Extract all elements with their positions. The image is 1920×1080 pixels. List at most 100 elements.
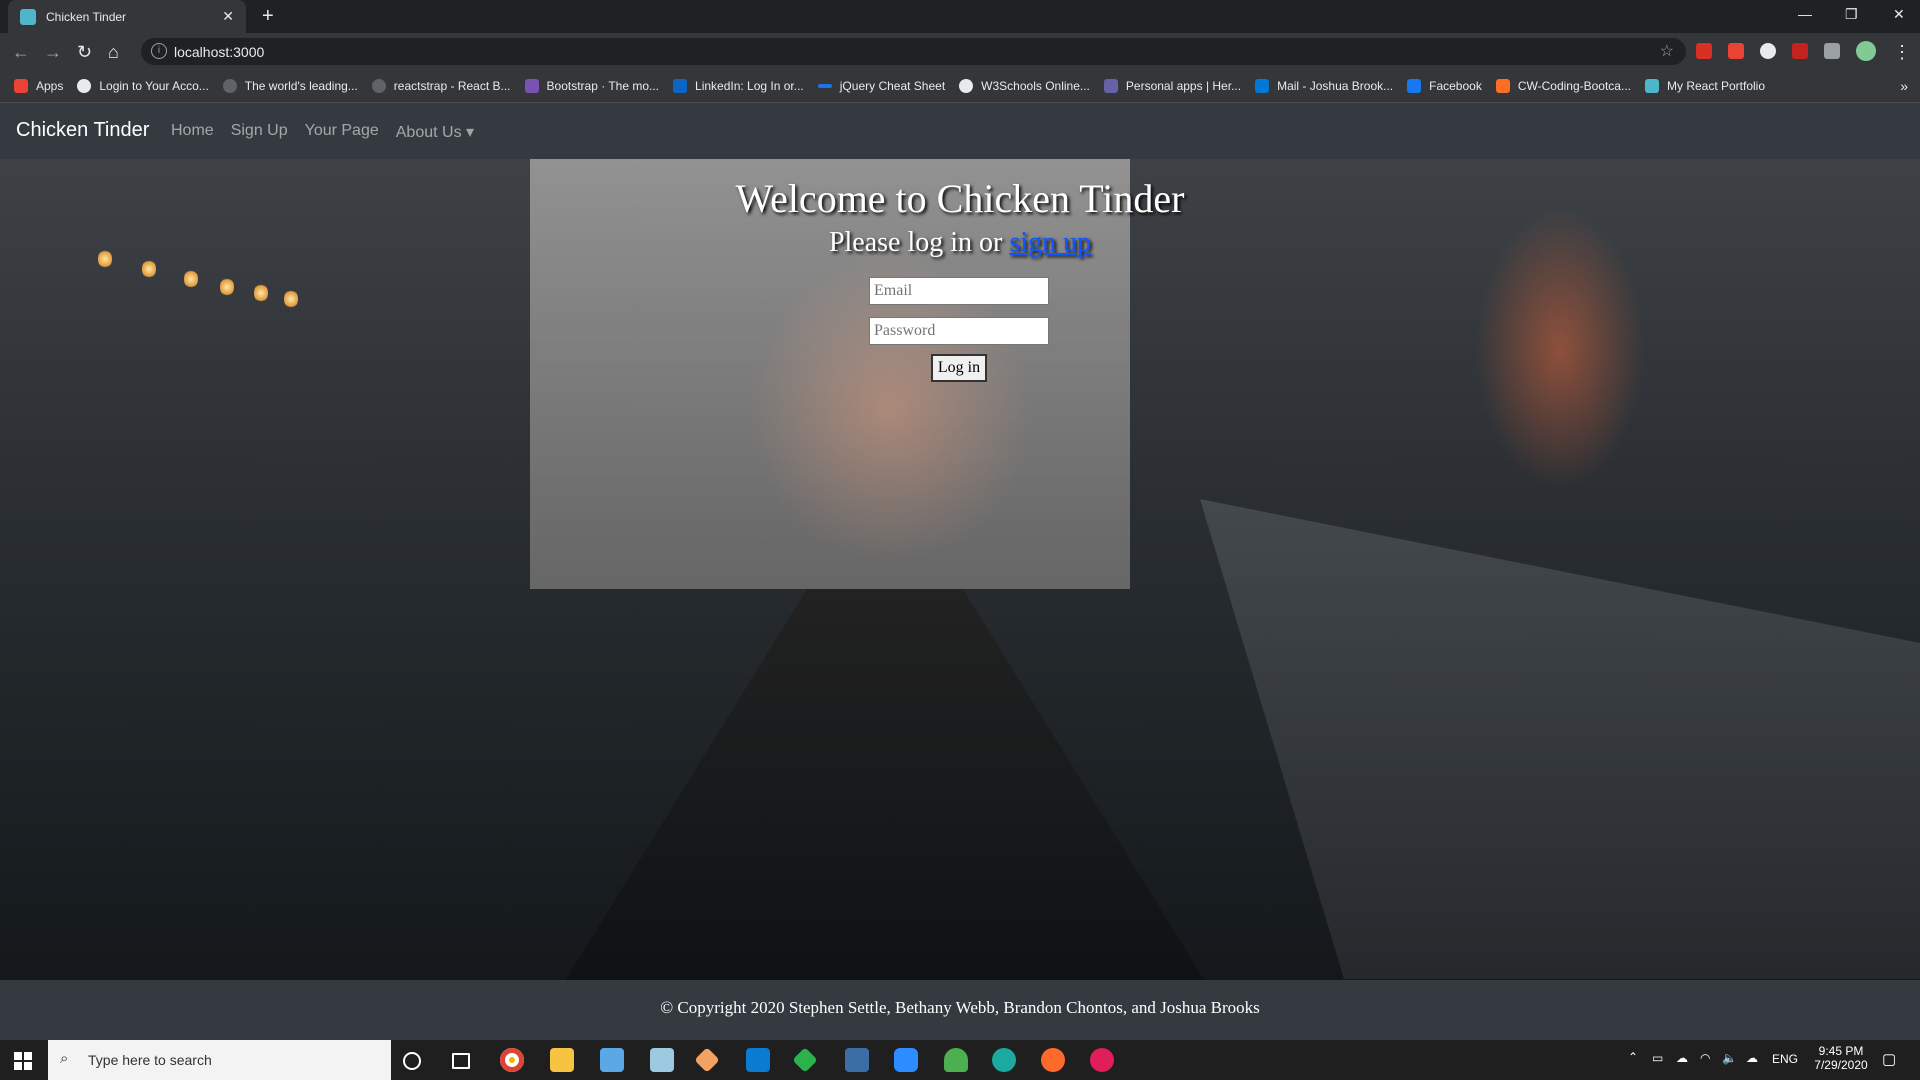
app-taskbar-icon[interactable]	[650, 1048, 674, 1072]
light-bulb	[284, 289, 298, 309]
tab-title: Chicken Tinder	[46, 9, 127, 24]
clock[interactable]: 9:45 PM 7/29/2020	[1808, 1044, 1874, 1072]
app-taskbar-icon[interactable]	[944, 1048, 968, 1072]
bookmark-item[interactable]: Apps	[14, 79, 63, 93]
bookmark-item[interactable]: Mail - Joshua Brook...	[1255, 79, 1393, 93]
gitlab-icon	[1495, 79, 1510, 93]
address-bar[interactable]: i localhost:3000 ☆	[141, 38, 1686, 65]
bookmark-item[interactable]: Facebook	[1407, 79, 1482, 93]
nav-link-sign-up[interactable]: Sign Up	[231, 122, 288, 142]
task-view-icon[interactable]	[452, 1053, 470, 1069]
light-bulb	[142, 259, 156, 279]
vscode-icon[interactable]	[746, 1048, 770, 1072]
facebook-icon	[1407, 79, 1422, 93]
notifications-icon[interactable]: ▢	[1882, 1050, 1896, 1068]
zoom-icon[interactable]	[894, 1048, 918, 1072]
app-taskbar-icon[interactable]	[792, 1047, 818, 1073]
bookmark-item[interactable]: jQuery Cheat Sheet	[817, 79, 946, 93]
hero-section: Welcome to Chicken Tinder Please log in …	[0, 159, 1920, 980]
footer: © Copyright 2020 Stephen Settle, Bethany…	[0, 980, 1920, 1040]
home-icon[interactable]: ⌂	[108, 42, 119, 63]
back-icon[interactable]: ←	[12, 42, 30, 63]
tab-strip: Chicken Tinder ✕ + — ❐ ✕	[0, 0, 1920, 33]
bookmark-favicon-icon	[959, 79, 974, 93]
menu-kebab-icon[interactable]: ⋮	[1893, 42, 1911, 63]
bookmark-item[interactable]: My React Portfolio	[1644, 79, 1765, 93]
login-prompt-text: Please log in or	[828, 227, 1010, 258]
url-text: localhost:3000	[174, 44, 265, 60]
nav-link-home[interactable]: Home	[171, 122, 214, 142]
outlook-icon	[1255, 79, 1270, 93]
background-image	[530, 159, 1130, 589]
search-icon: ⌕	[60, 1050, 69, 1067]
volume-icon[interactable]: 🔈	[1722, 1051, 1737, 1065]
nav-dropdown-about-us[interactable]: About Us ▾	[396, 122, 474, 142]
bookmark-item[interactable]: Personal apps | Her...	[1103, 79, 1242, 93]
bookmark-item[interactable]: W3Schools Online...	[959, 79, 1090, 93]
bookmark-label: CW-Coding-Bootca...	[1517, 79, 1631, 93]
extension-icon[interactable]	[1728, 43, 1744, 59]
profile-avatar[interactable]	[1856, 41, 1876, 61]
app-taskbar-icon[interactable]	[1041, 1048, 1065, 1072]
bookmark-item[interactable]: Bootstrap · The mo...	[524, 79, 660, 93]
bookmarks-overflow-icon[interactable]: »	[1900, 78, 1908, 94]
linkedin-icon	[673, 79, 688, 93]
chrome-taskbar-icon[interactable]	[500, 1048, 524, 1072]
close-tab-icon[interactable]: ✕	[222, 8, 234, 25]
onedrive-icon[interactable]: ☁	[1746, 1051, 1758, 1065]
bootstrap-icon	[524, 79, 539, 93]
bookmark-label: jQuery Cheat Sheet	[839, 79, 946, 93]
edge-icon[interactable]	[992, 1048, 1016, 1072]
bookmark-star-icon[interactable]: ☆	[1660, 41, 1674, 61]
bookmark-label: LinkedIn: Log In or...	[695, 79, 804, 93]
tab-chicken-tinder[interactable]: Chicken Tinder ✕	[8, 0, 246, 33]
nav-link-your-page[interactable]: Your Page	[305, 122, 379, 142]
light-bulb	[220, 277, 234, 297]
forward-icon[interactable]: →	[44, 42, 62, 63]
bookmark-label: Bootstrap · The mo...	[546, 79, 660, 93]
file-explorer-icon[interactable]	[550, 1048, 574, 1072]
site-info-icon[interactable]: i	[151, 43, 167, 59]
clock-time: 9:45 PM	[1818, 1044, 1864, 1058]
cortana-icon[interactable]	[403, 1052, 421, 1070]
gitkraken-icon[interactable]	[694, 1047, 720, 1073]
reload-icon[interactable]: ↻	[77, 42, 92, 63]
taskbar-search-box[interactable]: ⌕ Type here to search	[48, 1040, 391, 1080]
favicon-icon	[20, 8, 36, 25]
new-tab-button[interactable]: +	[262, 5, 274, 28]
bookmark-label: Personal apps | Her...	[1125, 79, 1242, 93]
sign-up-link[interactable]: sign up	[1009, 227, 1091, 258]
password-field[interactable]	[869, 317, 1049, 345]
windows-taskbar: ⌕ Type here to search ⌃ ▭ ☁ ◠ 🔈 ☁ ENG 9:…	[0, 1040, 1920, 1080]
puzzle-extensions-icon[interactable]	[1824, 43, 1840, 59]
site-navbar: Chicken Tinder Home Sign Up Your Page Ab…	[0, 103, 1920, 159]
extension-icon[interactable]	[1760, 43, 1776, 59]
extension-icon[interactable]	[1792, 43, 1808, 59]
close-window-icon[interactable]: ✕	[1893, 6, 1905, 23]
app-taskbar-icon[interactable]	[600, 1048, 624, 1072]
minimize-icon[interactable]: —	[1798, 6, 1812, 22]
cloud-icon[interactable]: ☁	[1676, 1051, 1688, 1065]
slack-icon[interactable]	[1090, 1048, 1114, 1072]
app-taskbar-icon[interactable]	[845, 1048, 869, 1072]
bookmark-item[interactable]: CW-Coding-Bootca...	[1495, 79, 1631, 93]
welcome-heading: Welcome to Chicken Tinder	[735, 176, 1185, 221]
bookmark-item[interactable]: The world's leading...	[222, 79, 358, 93]
bookmark-item[interactable]: LinkedIn: Log In or...	[673, 79, 804, 93]
light-bulb	[254, 283, 268, 303]
bookmark-item[interactable]: Login to Your Acco...	[77, 79, 209, 93]
language-indicator[interactable]: ENG	[1772, 1052, 1798, 1066]
bookmark-item[interactable]: reactstrap - React B...	[371, 79, 511, 93]
windows-start-icon[interactable]	[14, 1052, 32, 1070]
tray-chevron-icon[interactable]: ⌃	[1628, 1050, 1638, 1064]
restore-icon[interactable]: ❐	[1845, 6, 1858, 23]
heroku-icon	[1103, 79, 1118, 93]
login-prompt: Please log in or sign up	[0, 227, 1920, 259]
navbar-brand[interactable]: Chicken Tinder	[16, 119, 149, 142]
pdf-extension-icon[interactable]	[1696, 43, 1712, 59]
log-in-button[interactable]: Log in	[931, 354, 987, 382]
wifi-icon[interactable]: ◠	[1700, 1051, 1710, 1065]
apps-grid-icon	[14, 79, 28, 93]
battery-icon[interactable]: ▭	[1652, 1051, 1663, 1065]
email-field[interactable]	[869, 277, 1049, 305]
